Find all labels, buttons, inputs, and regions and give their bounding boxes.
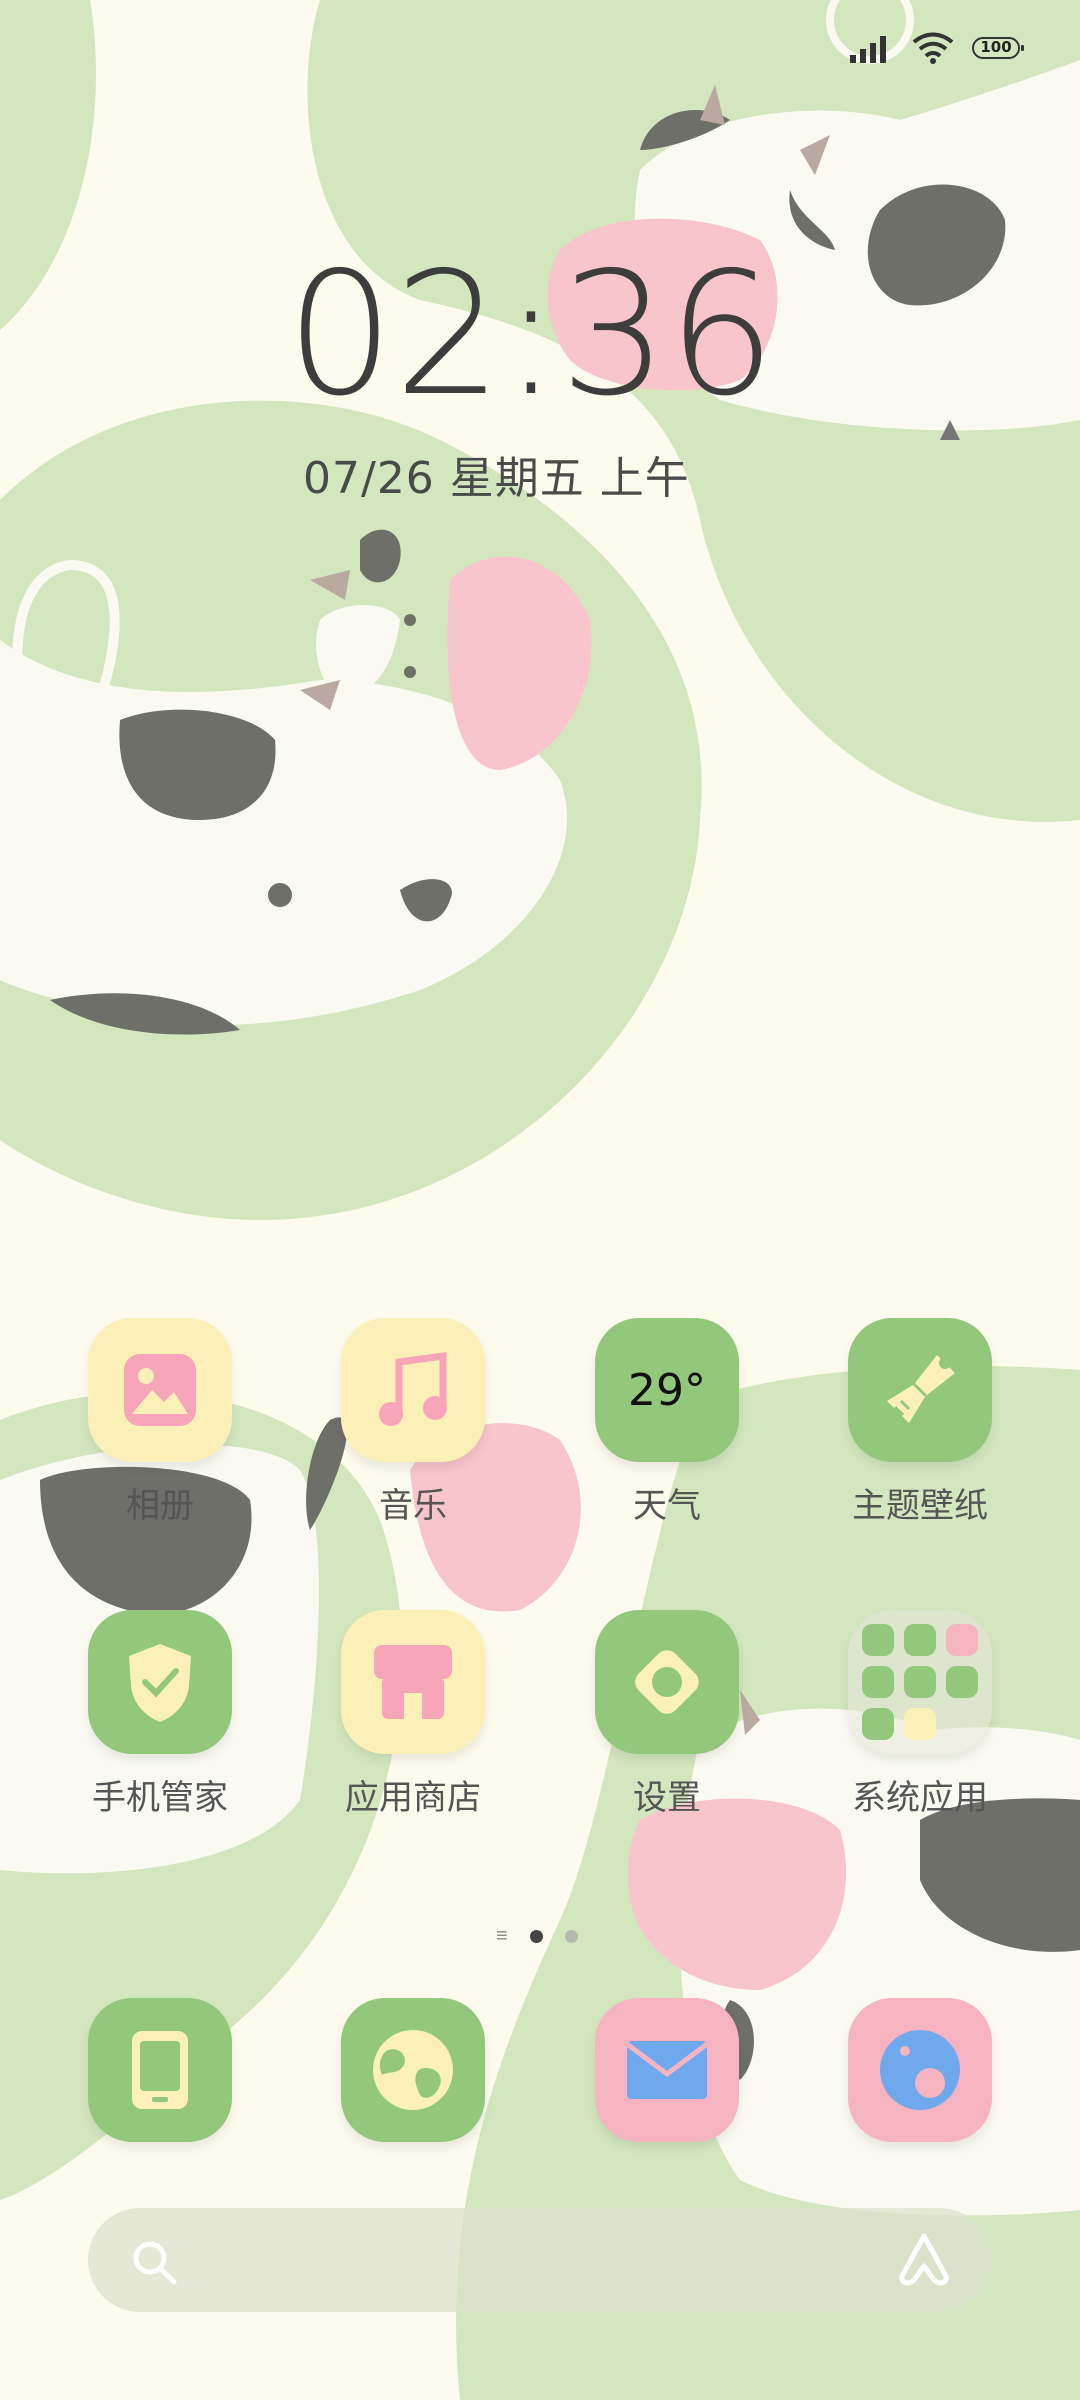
shield-icon — [88, 1610, 232, 1754]
phone-icon — [88, 1998, 232, 2142]
search-bar[interactable] — [88, 2208, 992, 2312]
tools-icon — [904, 1666, 936, 1698]
app-store[interactable]: 应用商店 — [323, 1610, 503, 1819]
assistant-icon[interactable] — [894, 2230, 954, 2290]
browser-icon — [341, 1998, 485, 2142]
notes-icon — [862, 1666, 894, 1698]
app-label: 手机管家 — [92, 1778, 228, 1818]
dock-phone[interactable] — [70, 1998, 250, 2142]
weather-temperature: 29° — [628, 1364, 706, 1416]
search-icon — [133, 2241, 177, 2285]
lock-clock: 02:36 — [286, 236, 776, 434]
dock-camera[interactable] — [830, 1998, 1010, 2142]
crown-icon — [904, 1624, 936, 1656]
dock-browser[interactable] — [323, 1998, 503, 2142]
car-icon — [862, 1708, 894, 1740]
page-dot-active — [529, 1930, 543, 1943]
app-label: 系统应用 — [852, 1778, 988, 1818]
gallery-icon — [88, 1318, 232, 1462]
app-label: 天气 — [633, 1486, 701, 1526]
app-label: 设置 — [633, 1778, 701, 1818]
mail-icon — [595, 1998, 739, 2142]
signal-icon — [850, 36, 886, 63]
page-indicator[interactable]: ≡ — [496, 1925, 578, 1947]
store-icon — [341, 1610, 485, 1754]
app-label: 相册 — [126, 1486, 194, 1526]
app-label: 应用商店 — [345, 1778, 481, 1818]
weather-icon: 29° — [595, 1318, 739, 1462]
page-list-icon: ≡ — [496, 1925, 508, 1947]
paintbrush-icon — [848, 1318, 992, 1462]
lock-date: 07/26 星期五 上午 — [303, 453, 690, 504]
app-weather[interactable]: 29° 天气 — [577, 1318, 757, 1527]
app-label: 主题壁纸 — [852, 1486, 988, 1526]
app-music[interactable]: 音乐 — [323, 1318, 503, 1527]
battery-indicator: 100 — [972, 37, 1024, 59]
page-dot — [564, 1930, 578, 1943]
app-label: 音乐 — [379, 1486, 447, 1526]
music-icon — [341, 1318, 485, 1462]
folder-icon — [848, 1610, 992, 1754]
status-bar: 100 — [848, 28, 1024, 68]
app-gallery[interactable]: 相册 — [70, 1318, 250, 1527]
app-themes[interactable]: 主题壁纸 — [830, 1318, 1010, 1527]
recorder-icon — [904, 1708, 936, 1740]
gear-icon — [595, 1610, 739, 1754]
files-icon — [946, 1624, 978, 1656]
dock-mail[interactable] — [577, 1998, 757, 2142]
wifi-icon — [912, 32, 954, 64]
gamepad-icon — [946, 1666, 978, 1698]
books-icon — [862, 1624, 894, 1656]
camera-icon — [848, 1998, 992, 2142]
app-folder-system[interactable]: 系统应用 — [830, 1610, 1010, 1819]
app-security[interactable]: 手机管家 — [70, 1610, 250, 1819]
app-settings[interactable]: 设置 — [577, 1610, 757, 1819]
